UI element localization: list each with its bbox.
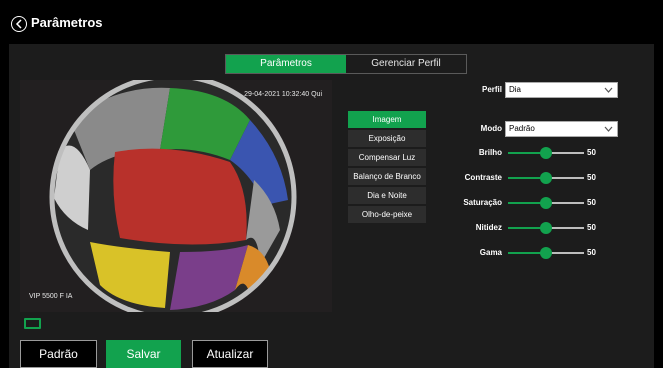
- perfil-value: Dia: [509, 85, 522, 94]
- slider-label: Brilho: [478, 148, 502, 157]
- tab-bar: Parâmetros Gerenciar Perfil: [225, 54, 467, 74]
- modo-label: Modo: [480, 124, 502, 133]
- preview-timestamp: 29-04-2021 10:32:40 Qui: [244, 91, 322, 98]
- slider-handle[interactable]: [540, 222, 552, 234]
- menu-item-olho-de-peixe[interactable]: Olho-de-peixe: [348, 206, 426, 223]
- menu-item-imagem[interactable]: Imagem: [348, 111, 426, 128]
- slider-value: 50: [587, 223, 596, 232]
- chevron-left-icon: [15, 19, 22, 29]
- chevron-down-icon: [604, 87, 613, 93]
- menu-item-balanco-branco[interactable]: Balanço de Branco: [348, 168, 426, 185]
- slider-handle[interactable]: [540, 172, 552, 184]
- slider-value: 50: [587, 248, 596, 257]
- slider-row: Gama 50: [460, 246, 660, 260]
- slider-handle[interactable]: [540, 197, 552, 209]
- slider-value: 50: [587, 148, 596, 157]
- modo-select[interactable]: Padrão: [505, 121, 618, 137]
- perfil-label: Perfil: [481, 85, 502, 94]
- slider-row: Nitidez 50: [460, 221, 660, 235]
- menu-item-exposicao[interactable]: Exposição: [348, 130, 426, 147]
- slider-handle[interactable]: [540, 247, 552, 259]
- tab-gerenciar-perfil[interactable]: Gerenciar Perfil: [346, 55, 466, 73]
- menu-item-dia-noite[interactable]: Dia e Noite: [348, 187, 426, 204]
- chevron-down-icon: [604, 126, 613, 132]
- default-button[interactable]: Padrão: [20, 340, 97, 368]
- menu-item-compensar-luz[interactable]: Compensar Luz: [348, 149, 426, 166]
- refresh-button[interactable]: Atualizar: [192, 340, 268, 368]
- camera-icon[interactable]: [24, 318, 41, 329]
- perfil-select[interactable]: Dia: [505, 82, 618, 98]
- slider-value: 50: [587, 173, 596, 182]
- slider-label: Contraste: [464, 173, 502, 182]
- settings-menu: Imagem Exposição Compensar Luz Balanço d…: [348, 111, 426, 225]
- slider-label: Nitidez: [475, 223, 502, 232]
- camera-preview: 29-04-2021 10:32:40 Qui VIP 5500 F IA: [20, 80, 332, 312]
- slider-handle[interactable]: [540, 147, 552, 159]
- tab-parametros[interactable]: Parâmetros: [226, 55, 346, 73]
- slider-row: Brilho 50: [460, 146, 660, 160]
- slider-label: Gama: [479, 248, 502, 257]
- slider-value: 50: [587, 198, 596, 207]
- back-button[interactable]: [11, 16, 27, 32]
- modo-value: Padrão: [509, 124, 535, 133]
- camera-model: VIP 5500 F IA: [29, 293, 73, 300]
- slider-row: Contraste 50: [460, 171, 660, 185]
- save-button[interactable]: Salvar: [106, 340, 181, 368]
- page-header: Parâmetros: [0, 0, 663, 44]
- fisheye-image: [49, 80, 297, 312]
- page-title: Parâmetros: [31, 15, 103, 30]
- slider-label: Saturação: [463, 198, 502, 207]
- slider-row: Saturação 50: [460, 196, 660, 210]
